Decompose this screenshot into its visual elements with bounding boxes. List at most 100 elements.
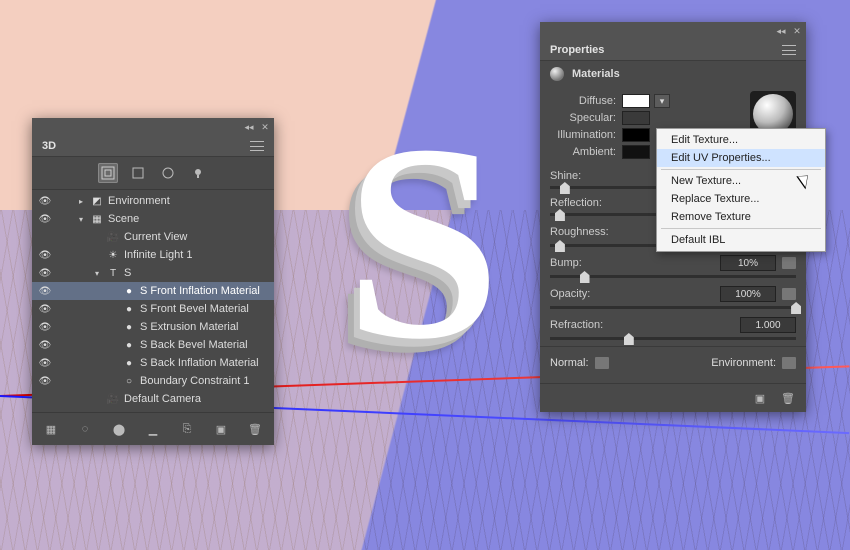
new-light-icon[interactable]: ◌ — [75, 419, 95, 439]
bump-label: Bump: — [550, 257, 582, 269]
panel-title[interactable]: 3D — [42, 140, 56, 152]
visibility-eye-icon[interactable]: 👁 — [38, 304, 52, 315]
menu-item-edit-uv-properties[interactable]: Edit UV Properties... — [657, 149, 825, 167]
new-mesh-icon[interactable]: ▦ — [41, 419, 61, 439]
menu-item-remove-texture[interactable]: Remove Texture — [657, 208, 825, 226]
menu-item-replace-texture[interactable]: Replace Texture... — [657, 190, 825, 208]
opacity-texture-icon[interactable] — [782, 288, 796, 300]
camera-icon: 🎥 — [106, 231, 120, 243]
tree-item-boundary-constraint-1[interactable]: 👁○Boundary Constraint 1 — [32, 372, 274, 390]
visibility-eye-icon[interactable]: 👁 — [38, 322, 52, 333]
filter-materials-icon[interactable] — [158, 163, 178, 183]
refraction-value[interactable]: 1.000 — [740, 317, 796, 333]
trash-icon[interactable]: 🗑 — [245, 419, 265, 439]
refraction-slider[interactable] — [550, 337, 796, 340]
new-material-icon[interactable]: ⬤ — [109, 419, 129, 439]
twisty-icon[interactable]: ▸ — [76, 197, 86, 206]
camera-icon: 🎥 — [106, 393, 120, 405]
tree-item-label: S Back Bevel Material — [140, 339, 268, 351]
materials-icon — [550, 67, 564, 81]
tree-item-label: Scene — [108, 213, 268, 225]
filter-meshes-icon[interactable] — [128, 163, 148, 183]
trash-icon[interactable]: 🗑 — [780, 390, 796, 406]
tree-item-label: Environment — [108, 195, 268, 207]
tree-item-scene[interactable]: 👁 ▾ ▦ Scene — [32, 210, 274, 228]
opacity-label: Opacity: — [550, 288, 590, 300]
material-icon: ● — [122, 285, 136, 297]
visibility-eye-icon[interactable]: 👁 — [38, 268, 52, 279]
light-icon: ☀ — [106, 249, 120, 261]
visibility-eye-icon[interactable]: 👁 — [38, 340, 52, 351]
tree-item-s-front-inflation-material[interactable]: 👁●S Front Inflation Material — [32, 282, 274, 300]
normal-texture-icon[interactable] — [595, 357, 609, 369]
tree-item-current-view[interactable]: 🎥 Current View — [32, 228, 274, 246]
constraint-icon: ○ — [122, 375, 136, 387]
specular-swatch[interactable] — [622, 111, 650, 125]
ambient-swatch[interactable] — [622, 145, 650, 159]
tree-item-label: Default Camera — [124, 393, 268, 405]
collapse-icon[interactable]: ◂◂ — [244, 122, 254, 132]
reflection-label: Reflection: — [550, 197, 602, 209]
dup-icon[interactable]: ⎘ — [177, 419, 197, 439]
close-icon[interactable]: ✕ — [792, 26, 802, 36]
environment-texture-icon[interactable] — [782, 357, 796, 369]
panel-header[interactable]: ◂◂ ✕ — [540, 22, 806, 40]
filter-lights-icon[interactable] — [188, 163, 208, 183]
render-settings-icon[interactable]: ▣ — [752, 390, 768, 406]
close-icon[interactable]: ✕ — [260, 122, 270, 132]
material-icon: ● — [122, 357, 136, 369]
illumination-swatch[interactable] — [622, 128, 650, 142]
scene-tree: 👁▸◩Environment👁▾▦Scene🎥Current View👁☀Inf… — [32, 190, 274, 412]
opacity-slider[interactable] — [550, 306, 796, 309]
render-icon[interactable]: ▣ — [211, 419, 231, 439]
environment-label: Environment: — [711, 357, 776, 369]
properties-section-title: Materials — [572, 68, 620, 80]
twisty-icon[interactable]: ▾ — [92, 269, 102, 278]
visibility-eye-icon[interactable]: 👁 — [38, 250, 52, 261]
panel-header[interactable]: ◂◂ ✕ — [32, 118, 274, 136]
visibility-eye-icon[interactable]: 👁 — [38, 286, 52, 297]
bump-value[interactable]: 10% — [720, 255, 776, 271]
material-icon: ● — [122, 321, 136, 333]
refraction-label: Refraction: — [550, 319, 603, 331]
tree-item-default-camera[interactable]: 🎥 Default Camera — [32, 390, 274, 408]
diffuse-label: Diffuse: — [550, 95, 622, 107]
3d-letter-object[interactable]: S — [345, 130, 501, 354]
menu-item-edit-texture[interactable]: Edit Texture... — [657, 131, 825, 149]
panel-menu-icon[interactable] — [782, 45, 796, 55]
normal-label: Normal: — [550, 357, 589, 369]
tree-item-infinite-light-1[interactable]: 👁☀Infinite Light 1 — [32, 246, 274, 264]
tree-item-s-extrusion-material[interactable]: 👁 ● S Extrusion Material — [32, 318, 274, 336]
panel-menu-icon[interactable] — [250, 141, 264, 151]
mesh-icon: T — [106, 267, 120, 279]
diffuse-texture-button[interactable]: ▾ — [654, 94, 670, 108]
texture-context-menu: Edit Texture...Edit UV Properties...New … — [656, 128, 826, 252]
tree-item-s[interactable]: 👁 ▾ TS — [32, 264, 274, 282]
visibility-eye-icon[interactable]: 👁 — [38, 214, 52, 225]
visibility-eye-icon[interactable]: 👁 — [38, 376, 52, 387]
opacity-value[interactable]: 100% — [720, 286, 776, 302]
bump-texture-icon[interactable] — [782, 257, 796, 269]
menu-item-default-ibl[interactable]: Default IBL — [657, 231, 825, 249]
tree-item-label: S Extrusion Material — [140, 321, 268, 333]
tree-item-environment[interactable]: 👁▸◩Environment — [32, 192, 274, 210]
tree-item-label: Current View — [124, 231, 268, 243]
scene-icon: ▦ — [90, 213, 104, 225]
visibility-eye-icon[interactable]: 👁 — [38, 196, 52, 207]
panel-title[interactable]: Properties — [550, 44, 604, 56]
material-icon: ● — [122, 339, 136, 351]
collapse-icon[interactable]: ◂◂ — [776, 26, 786, 36]
tree-item-s-back-bevel-material[interactable]: 👁 ● S Back Bevel Material — [32, 336, 274, 354]
shine-label: Shine: — [550, 170, 581, 182]
tree-item-s-front-bevel-material[interactable]: 👁●S Front Bevel Material — [32, 300, 274, 318]
ambient-label: Ambient: — [550, 146, 622, 158]
visibility-eye-icon[interactable]: 👁 — [38, 358, 52, 369]
tree-item-label: S Front Bevel Material — [140, 303, 268, 315]
diffuse-swatch[interactable] — [622, 94, 650, 108]
tree-item-s-back-inflation-material[interactable]: 👁●S Back Inflation Material — [32, 354, 274, 372]
bump-slider[interactable] — [550, 275, 796, 278]
tree-item-label: S — [124, 267, 268, 279]
add-to-ground-icon[interactable]: ▁ — [143, 419, 163, 439]
twisty-icon[interactable]: ▾ — [76, 215, 86, 224]
filter-whole-scene-icon[interactable] — [98, 163, 118, 183]
